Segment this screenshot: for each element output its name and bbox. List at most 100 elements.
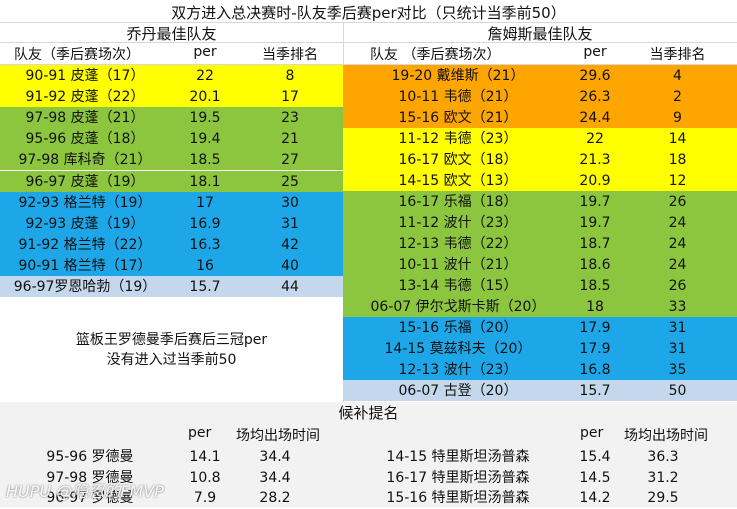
rank-cell: 31 (668, 320, 687, 336)
player-cell: 10-11 波什（21） (398, 257, 518, 273)
left-row: 92-93 皮蓬（19） 16.9 31 (0, 212, 343, 234)
player-cell: 15-16 欧文（21） (398, 110, 518, 126)
bench-right-header-per: per (580, 425, 604, 441)
per-cell: 26.3 (579, 89, 611, 105)
player-cell: 12-13 波什（23） (398, 362, 518, 378)
bench-minutes-cell: 28.2 (259, 490, 291, 506)
per-cell: 15.7 (579, 383, 611, 399)
per-cell: 18.6 (579, 257, 611, 273)
per-cell: 18.7 (579, 236, 611, 252)
rank-cell: 14 (668, 131, 687, 147)
per-cell: 18.5 (189, 152, 221, 169)
right-row: 19-20 戴维斯（21） 29.6 4 (343, 65, 737, 86)
player-cell: 11-12 韦德（23） (398, 131, 518, 147)
rank-cell: 18 (668, 152, 687, 168)
per-cell: 19.5 (189, 110, 221, 127)
left-row: 91-92 格兰特（22） 16.3 42 (0, 233, 343, 255)
bench-player-cell: 15-16 特里斯坦汤普森 (386, 490, 530, 506)
rank-cell: 21 (281, 131, 299, 148)
per-cell: 16 (196, 257, 214, 274)
rank-cell: 33 (668, 299, 687, 315)
player-cell: 15-16 乐福（20） (398, 320, 518, 336)
bench-right-row: 14-15 特里斯坦汤普森 15.4 36.3 (343, 446, 737, 468)
left-row: 92-93 格兰特（19） 17 30 (0, 191, 343, 213)
bench-player-cell: 14-15 特里斯坦汤普森 (386, 449, 530, 465)
player-cell: 96-97罗恩哈勃（19） (13, 279, 157, 295)
player-cell: 91-92 格兰特（22） (18, 236, 152, 253)
right-row: 14-15 欧文（13） 20.9 12 (343, 170, 737, 191)
watermark: HUPU @隐忍的FMVP (6, 482, 164, 501)
per-cell: 19.4 (189, 131, 221, 148)
rank-cell: 44 (281, 279, 299, 295)
player-cell: 10-11 韦德（21） (398, 89, 518, 105)
player-cell: 97-98 库科奇（21） (18, 152, 152, 169)
per-cell: 15.7 (189, 279, 221, 295)
rank-cell: 8 (285, 68, 295, 84)
player-cell: 13-14 韦德（15） (398, 278, 518, 294)
bench-title: 候补提名 (338, 404, 399, 422)
right-header-per: per (583, 44, 607, 60)
per-cell: 20.1 (189, 89, 221, 106)
rank-cell: 50 (668, 383, 687, 399)
per-cell: 18 (586, 299, 604, 315)
right-row: 12-13 韦德（22） 18.7 24 (343, 233, 737, 254)
rank-cell: 17 (281, 89, 299, 106)
per-cell: 17.9 (579, 320, 611, 336)
rodman-note-line1: 篮板王罗德曼季后赛后三冠per (75, 332, 268, 348)
per-cell: 24.4 (579, 110, 611, 126)
bench-minutes-cell: 36.3 (647, 449, 679, 465)
left-header-rank: 当季排名 (262, 47, 318, 63)
left-row: 96-97罗恩哈勃（19） 15.7 44 (0, 276, 343, 297)
rank-cell: 23 (281, 110, 299, 127)
right-row: 11-12 韦德（23） 22 14 (343, 128, 737, 149)
right-row: 10-11 韦德（21） 26.3 2 (343, 86, 737, 107)
rank-cell: 40 (281, 257, 299, 274)
right-row: 06-07 伊尔戈斯卡斯（20） 18 33 (343, 296, 737, 317)
player-cell: 06-07 古登（20） (398, 383, 518, 399)
per-cell: 17.9 (579, 341, 611, 357)
per-cell: 21.3 (579, 152, 611, 168)
bench-minutes-cell: 34.4 (259, 469, 291, 486)
per-cell: 22 (586, 131, 604, 147)
left-subtitle: 乔丹最佳队友 (126, 25, 217, 43)
player-cell: 92-93 皮蓬（19） (25, 215, 145, 232)
bench-minutes-cell: 31.2 (647, 469, 679, 486)
per-cell: 18.1 (189, 173, 221, 190)
rank-cell: 35 (668, 362, 687, 378)
left-header-per: per (193, 44, 217, 60)
rank-cell: 24 (668, 236, 687, 252)
left-header-player: 队友（季后赛场次） (14, 47, 140, 63)
right-row: 12-13 波什（23） 16.8 35 (343, 359, 737, 380)
right-row: 15-16 乐福（20） 17.9 31 (343, 317, 737, 338)
rank-cell: 42 (281, 236, 299, 253)
per-cell: 29.6 (579, 68, 611, 84)
player-cell: 16-17 欧文（18） (398, 152, 518, 168)
right-header-player: 队友 （季后赛场次） (370, 47, 501, 63)
rank-cell: 26 (668, 278, 687, 294)
left-row: 97-98 皮蓬（21） 19.5 23 (0, 107, 343, 129)
left-row: 91-92 皮蓬（22） 20.1 17 (0, 86, 343, 108)
rank-cell: 12 (668, 173, 687, 189)
player-cell: 16-17 乐福（18） (398, 194, 518, 210)
rank-cell: 9 (673, 110, 682, 126)
per-cell: 17 (196, 194, 214, 211)
bench-right-header-minutes: 场均出场时间 (624, 428, 708, 444)
left-row: 96-97 皮蓬（19） 18.1 25 (0, 170, 343, 192)
rank-cell: 24 (668, 257, 687, 273)
right-row: 16-17 欧文（18） 21.3 18 (343, 149, 737, 170)
right-row: 10-11 波什（21） 18.6 24 (343, 254, 737, 275)
rodman-note-line2: 没有进入过当季前50 (106, 352, 237, 368)
per-cell: 19.7 (579, 194, 611, 210)
per-cell: 16.8 (579, 362, 611, 378)
left-row: 90-91 皮蓬（17） 22 8 (0, 65, 343, 86)
rank-cell: 24 (668, 215, 687, 231)
right-row: 14-15 莫兹科夫（20） 17.9 31 (343, 338, 737, 359)
bench-left-row: 95-96 罗德曼 14.1 34.4 (0, 446, 343, 468)
per-cell: 20.9 (579, 173, 611, 189)
bench-player-cell: 95-96 罗德曼 (46, 449, 134, 465)
player-cell: 96-97 皮蓬（19） (25, 173, 145, 190)
player-cell: 14-15 欧文（13） (398, 173, 518, 189)
player-cell: 06-07 伊尔戈斯卡斯（20） (370, 299, 546, 315)
bench-per-cell: 10.8 (189, 469, 221, 486)
rank-cell: 25 (281, 173, 299, 190)
